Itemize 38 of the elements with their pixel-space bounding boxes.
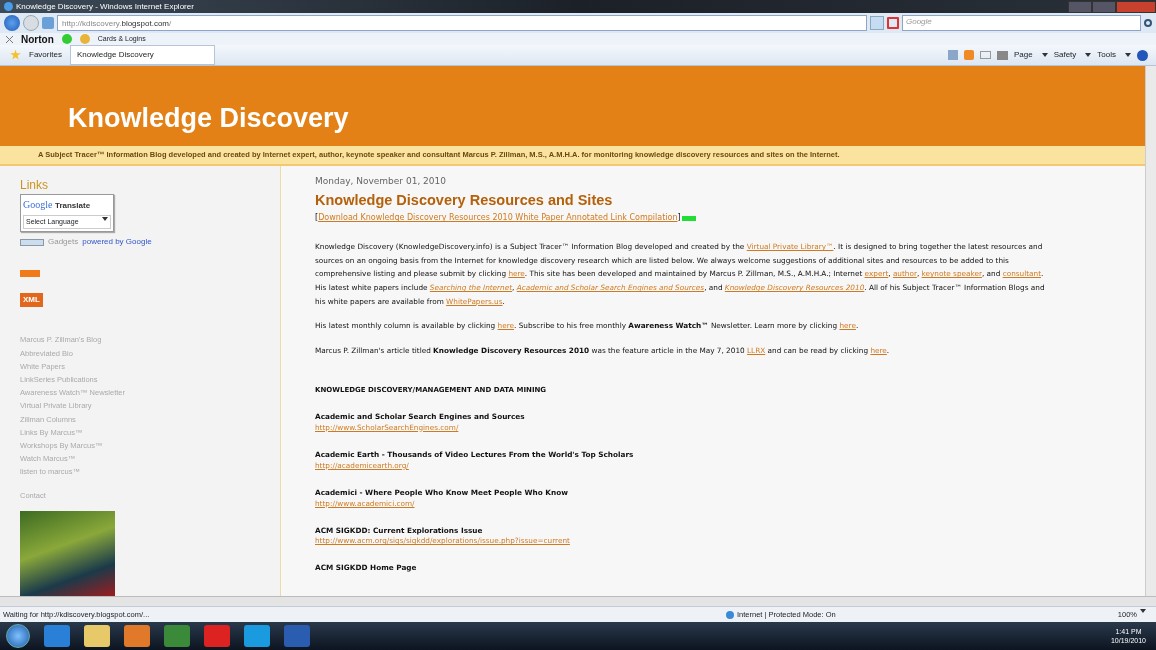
caret-icon[interactable] [102,216,108,221]
norton-label: Norton [21,32,54,47]
updated-badge-icon [681,215,696,221]
google-logo: Google [23,199,53,211]
caret-icon[interactable] [1140,608,1146,613]
post-date: Monday, November 01, 2010 [315,175,447,188]
caret-icon[interactable] [1085,53,1092,57]
command-menu[interactable]: Page [1013,49,1033,61]
address-field[interactable]: http://kdiscovery.blogspot.com/ [57,15,867,31]
sidebar-heading: Links [20,178,49,193]
window-title: Knowledge Discovery - Windows Internet Explorer [16,0,194,13]
back-button[interactable] [4,15,20,31]
search-field[interactable]: Google [902,15,1141,31]
close-icon[interactable] [6,35,13,43]
command-menu[interactable]: Tools [1097,49,1116,61]
xml-feed-link[interactable]: XML [20,293,43,308]
book-cover-photo-placeholder[interactable] [20,510,115,596]
start-button[interactable] [6,624,30,648]
close-button[interactable] [1116,0,1156,13]
forward-button[interactable] [23,15,39,31]
maximize-button[interactable] [1092,0,1116,13]
caret-icon[interactable] [1041,53,1048,57]
favorites-button[interactable]: Favorites [29,49,62,61]
caret-icon[interactable] [1125,53,1131,57]
post-title[interactable]: Knowledge Discovery Resources and Sites [315,189,1045,212]
minimize-button[interactable] [1068,0,1092,13]
powered-by-link[interactable]: powered by Google [82,236,152,249]
browser-tab[interactable]: Knowledge Discovery [69,45,215,65]
gadgets-label: Gadgets [48,236,79,249]
vertical-scrollbar[interactable] [1145,66,1156,596]
horizontal-scrollbar[interactable] [0,596,1156,606]
translate-label: Translate [54,201,91,211]
text-link[interactable]: Download Knowledge Discovery Resources 2010 White Paper Annotated Link Compilation [318,213,678,223]
feed-icon[interactable] [963,50,974,60]
blog-title: Knowledge Discovery [68,101,349,134]
download-line: [Download Knowledge Discovery Resources 2010 White Paper Annotated Link Compilation] [315,212,681,225]
stop-icon[interactable] [887,17,899,29]
command-menu[interactable]: Safety [1053,49,1077,61]
